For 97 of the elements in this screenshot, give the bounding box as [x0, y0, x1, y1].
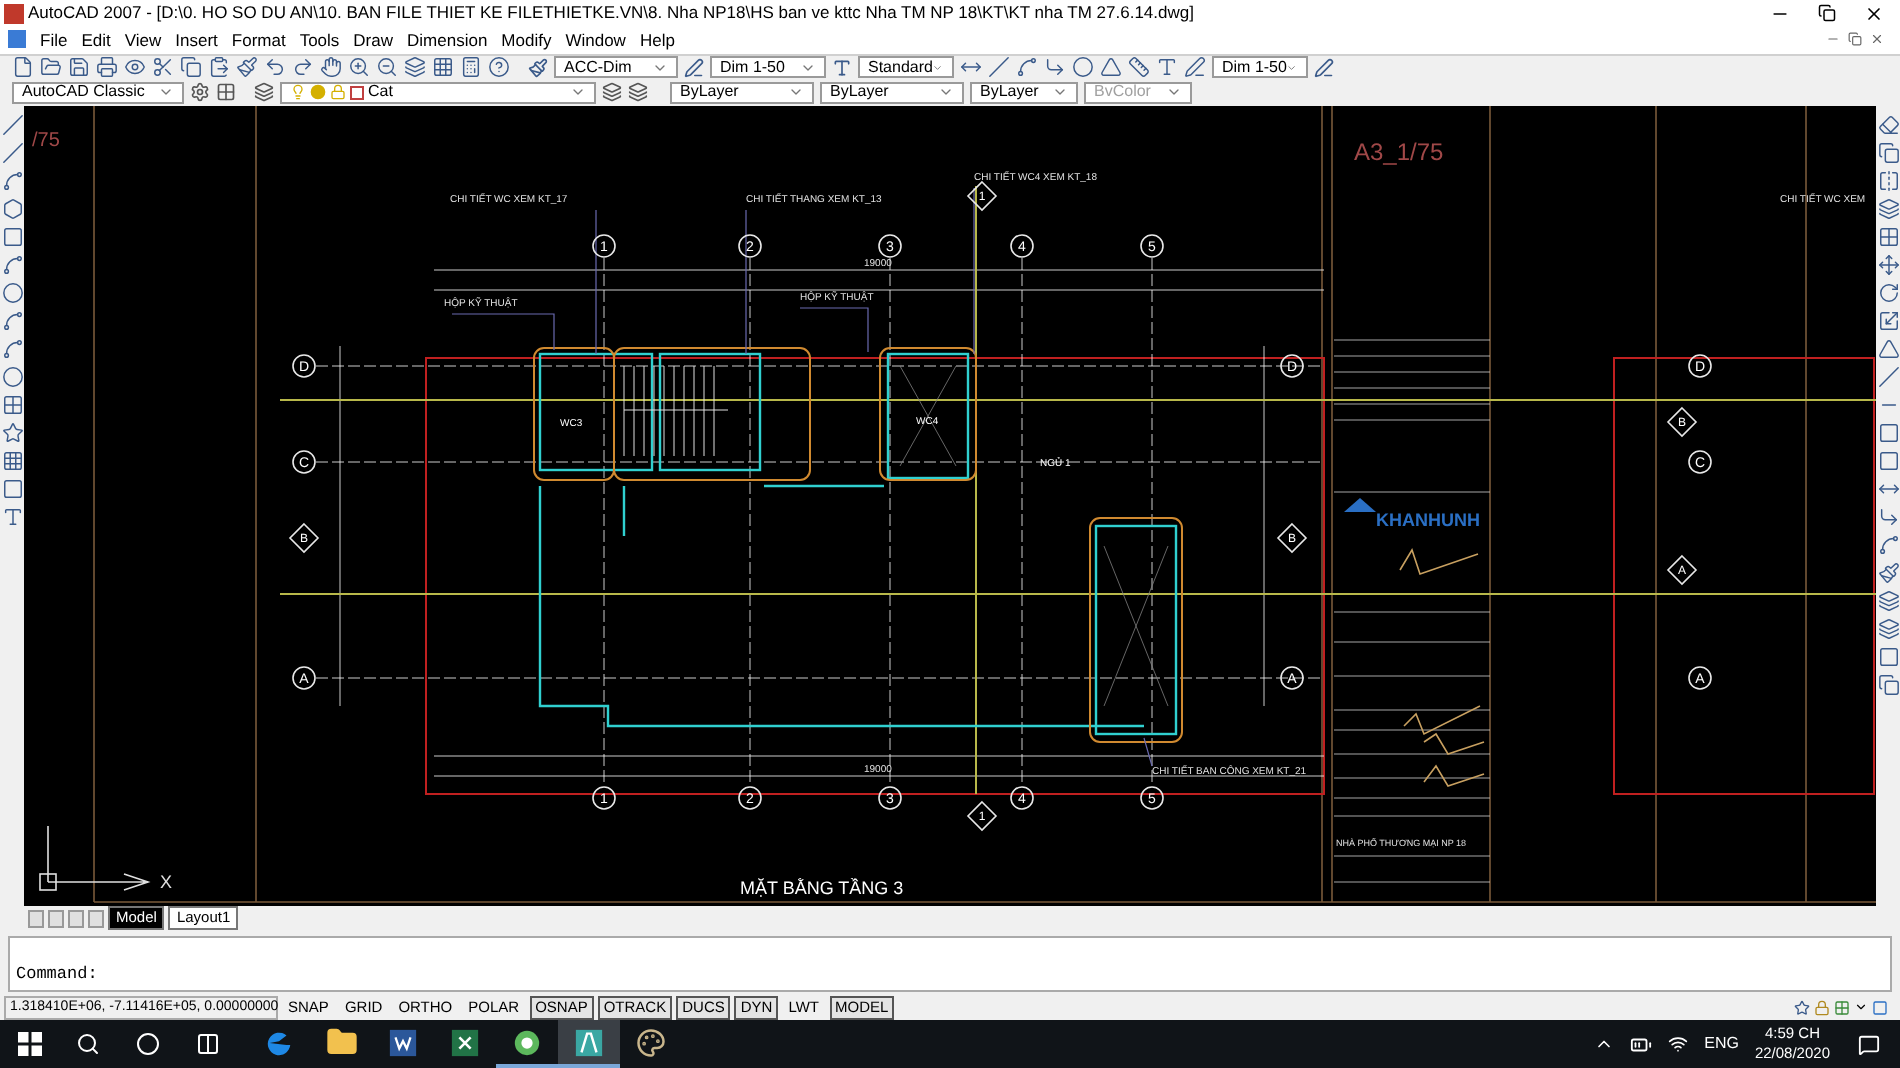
save-icon[interactable] — [68, 56, 90, 79]
ucs-axis-label: X — [160, 872, 173, 893]
lineweight-dropdown[interactable]: ByLayer — [970, 81, 1078, 104]
browser-icon — [264, 1027, 294, 1057]
dimension-edit-icon[interactable] — [1184, 56, 1206, 79]
mirror-icon[interactable] — [1877, 170, 1899, 193]
baseline-dimension-icon[interactable] — [1128, 56, 1150, 79]
line-icon[interactable] — [1, 114, 23, 137]
linetype-dropdown[interactable]: ByLayer — [820, 81, 964, 104]
rotate-icon[interactable] — [1877, 282, 1899, 305]
aligned-dimension-icon[interactable] — [988, 56, 1010, 79]
search-icon[interactable] — [76, 1032, 100, 1056]
cad-app-icon — [574, 1027, 604, 1057]
text-style-dropdown[interactable]: Standard — [858, 56, 954, 79]
zoom-in-icon[interactable] — [348, 56, 370, 79]
close-icon[interactable] — [1864, 3, 1884, 24]
menu-item[interactable]: Format — [231, 27, 286, 53]
ring-app-icon — [512, 1027, 542, 1057]
command-prompt[interactable]: Command: — [10, 961, 98, 990]
menu-item[interactable]: Insert — [175, 27, 218, 53]
menu-item[interactable]: View — [124, 27, 162, 53]
menu-item[interactable]: Window — [565, 27, 626, 53]
circle-icon[interactable] — [1, 282, 23, 305]
paste-icon[interactable] — [208, 56, 230, 79]
lock-icon[interactable] — [1814, 999, 1830, 1016]
windows-start-icon[interactable] — [18, 1032, 42, 1056]
point-icon[interactable] — [1, 422, 23, 445]
folder-icon — [325, 1026, 357, 1058]
workspace-dropdown[interactable]: AutoCAD Classic — [12, 81, 184, 104]
dimension-scale-dropdown[interactable]: Dim 1-50 — [1212, 56, 1308, 79]
menu-item[interactable]: File — [40, 27, 68, 53]
drawing-title: MẶT BẰNG TẦNG 3 — [740, 878, 904, 899]
lock-icon — [330, 84, 346, 101]
taskbar-app-button[interactable] — [558, 1020, 620, 1068]
polygon-icon[interactable] — [1, 198, 23, 221]
layers-icon[interactable] — [404, 56, 426, 79]
language-indicator[interactable]: ENG — [1704, 1032, 1739, 1056]
array-icon[interactable] — [1877, 226, 1899, 249]
lightbulb-icon — [290, 84, 306, 101]
dimension-scale-dropdown[interactable]: Dim 1-50 — [710, 56, 826, 79]
dimension-style-dropdown[interactable]: ACC-Dim — [554, 56, 678, 79]
battery-icon[interactable] — [1630, 1033, 1653, 1055]
layers-icon[interactable] — [254, 82, 274, 103]
notification-icon[interactable] — [1858, 1033, 1880, 1055]
menu-item[interactable]: Edit — [81, 27, 111, 53]
menu-item[interactable]: Dimension — [407, 27, 488, 53]
task-view-icon[interactable] — [196, 1032, 220, 1056]
open-folder-icon[interactable] — [40, 56, 62, 79]
document-app-icon — [388, 1027, 418, 1057]
preview-icon[interactable] — [124, 56, 146, 79]
arc-dimension-icon[interactable] — [1016, 56, 1038, 79]
app-logo-icon — [4, 3, 24, 24]
redo-icon[interactable] — [292, 56, 314, 79]
zoom-out-icon[interactable] — [376, 56, 398, 79]
layer-color-swatch — [350, 85, 364, 100]
help-icon[interactable] — [488, 56, 510, 79]
cut-icon[interactable] — [152, 56, 174, 79]
ucs-axis-icon — [39, 825, 151, 891]
polyline-icon[interactable] — [1, 170, 23, 193]
text-icon[interactable] — [1, 506, 23, 529]
grid-icon[interactable] — [432, 56, 454, 79]
rectangle-icon[interactable] — [1, 226, 23, 249]
copy-icon[interactable] — [180, 56, 202, 79]
restore-icon[interactable] — [1818, 4, 1836, 23]
menu-item[interactable]: Modify — [501, 27, 552, 53]
menu-item[interactable]: Tools — [299, 27, 340, 53]
caret-icon[interactable] — [1854, 1000, 1868, 1015]
sheet-scale-label: /75 — [32, 130, 60, 153]
color-dropdown[interactable]: ByLayer — [670, 81, 814, 104]
settings-icon[interactable] — [190, 82, 210, 103]
menu-item[interactable]: Draw — [353, 27, 394, 53]
curve-icon[interactable] — [1877, 534, 1899, 557]
fillet-icon[interactable] — [1877, 506, 1899, 529]
sun-icon — [310, 84, 326, 101]
hatch-icon[interactable] — [1, 450, 23, 473]
move-icon[interactable] — [1877, 254, 1899, 277]
pan-icon[interactable] — [320, 56, 342, 79]
menu-item[interactable]: Help — [639, 27, 675, 53]
copy-object-icon[interactable] — [1877, 142, 1899, 165]
dimension-text-icon[interactable] — [1156, 56, 1178, 79]
sheet-scale-label: A3_1/75 — [1354, 138, 1444, 167]
window-title: AutoCAD 2007 - [D:\0. HO SO DU AN\10. BAN FILE THIET KE FILETHIETKE.VN\8. Nha NP18\HS ban ve kttc Nha TM NP 18\KT\KT nha TM 27.6.14.dwg] — [28, 0, 1194, 26]
star-icon[interactable] — [1794, 999, 1810, 1016]
erase-icon[interactable] — [1877, 114, 1899, 137]
text-style-icon[interactable] — [832, 57, 852, 78]
new-file-icon[interactable] — [12, 56, 34, 79]
document-icon — [8, 30, 26, 49]
print-icon[interactable] — [96, 56, 118, 79]
spreadsheet-app-icon — [450, 1027, 480, 1057]
arc-icon[interactable] — [1, 254, 23, 277]
calculator-icon[interactable] — [460, 56, 482, 79]
palette-icon — [636, 1027, 666, 1057]
wifi-icon[interactable] — [1668, 1034, 1689, 1054]
brush-icon[interactable] — [236, 56, 258, 79]
layer-dropdown[interactable]: Cat — [280, 81, 596, 104]
company-logo-text: KHANHUNH — [1376, 510, 1480, 531]
undo-icon[interactable] — [264, 56, 286, 79]
